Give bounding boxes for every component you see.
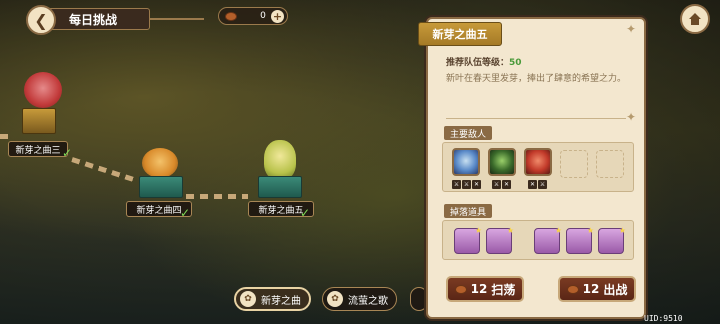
weapon-tag-icon: ✕ [472, 180, 481, 189]
drop-item[interactable]: ★ [486, 226, 514, 254]
home-icon [689, 13, 701, 25]
battle-label: 出战 [603, 282, 628, 297]
back-button[interactable]: ❮ [26, 5, 56, 35]
currency-value: 0 [260, 11, 266, 21]
bean-icon [454, 284, 467, 294]
stage-description: 新叶在春天里发芽，捧出了肆意的希望之力。 [446, 74, 627, 84]
weapon-tag-icon: ⚔ [492, 180, 501, 189]
bud-monster [264, 140, 296, 180]
drop-item[interactable]: ★ [534, 226, 562, 254]
sprout-monster [142, 148, 178, 178]
cleared-check-icon: ✓ [180, 206, 191, 220]
sweep-label: 扫荡 [491, 282, 516, 297]
drops-heading: 掉落道具 [444, 204, 493, 218]
recommended-level: 推荐队伍等级：50 [446, 55, 522, 68]
stage-pedestal [258, 176, 302, 198]
uid-label: UID:9510 [644, 314, 683, 323]
corner-ornament-icon: ✦ [626, 22, 637, 36]
recommended-level-label: 推荐队伍等级： [446, 58, 510, 68]
star-icon: ★ [586, 226, 594, 235]
enemy-tags: ⚔ ⚔ ✕ [452, 180, 481, 189]
weapon-tag-icon: ⚔ [452, 180, 461, 189]
stage-pedestal [22, 108, 56, 134]
corner-ornament-icon: ✦ [626, 110, 637, 124]
tab-new-sprout[interactable]: ✿ 新芽之曲 [234, 287, 311, 311]
star-icon: ★ [618, 226, 626, 235]
drop-item[interactable]: ★ [566, 226, 594, 254]
panel-title: 新芽之曲五 [418, 22, 502, 46]
currency-display: 0 + [218, 7, 288, 25]
enemy-tags: ⚔ ✕ [492, 180, 511, 189]
enemy-slot[interactable] [524, 148, 552, 176]
empty-enemy-slot [596, 150, 624, 178]
cleared-check-icon: ✓ [62, 146, 73, 160]
path-segment [0, 134, 10, 139]
enemy-slot[interactable] [488, 148, 516, 176]
bean-icon [225, 11, 237, 21]
stage-label: 新芽之曲三 [8, 141, 68, 157]
weapon-tag-icon: ✕ [528, 180, 537, 189]
arrow-left-icon: ❮ [34, 10, 48, 30]
battle-cost: 12 [582, 282, 600, 296]
path-segment [186, 194, 248, 199]
weapon-tag-icon: ⚔ [538, 180, 547, 189]
weapon-tag-icon: ⚔ [462, 180, 471, 189]
cleared-check-icon: ✓ [300, 206, 311, 220]
firefly-icon: ✿ [327, 291, 343, 307]
battle-button[interactable]: 12 出战 [558, 276, 636, 302]
drop-item[interactable]: ★ [454, 226, 482, 254]
add-currency-button[interactable]: + [270, 9, 284, 23]
stage-pedestal [139, 176, 183, 198]
drop-item[interactable]: ★ [598, 226, 626, 254]
bean-icon [566, 284, 579, 294]
star-icon: ★ [474, 226, 482, 235]
star-icon: ★ [506, 226, 514, 235]
recommended-level-value: 50 [509, 58, 522, 68]
leaf-icon: ✿ [240, 291, 256, 307]
sweep-cost: 12 [470, 282, 488, 296]
enemy-slot[interactable] [452, 148, 480, 176]
tab-label: 流萤之歌 [348, 295, 388, 307]
page-title: 每日挑战 [44, 8, 150, 30]
home-button[interactable] [680, 4, 710, 34]
weapon-tag-icon: ✕ [502, 180, 511, 189]
title-divider [150, 18, 204, 20]
star-icon: ★ [554, 226, 562, 235]
flower-monster [24, 72, 62, 108]
tab-label: 新芽之曲 [261, 295, 301, 307]
enemies-heading: 主要敌人 [444, 126, 493, 140]
empty-enemy-slot [560, 150, 588, 178]
tab-firefly[interactable]: ✿ 流萤之歌 [322, 287, 397, 311]
divider [446, 118, 626, 119]
enemy-tags: ✕ ⚔ [528, 180, 547, 189]
sweep-button[interactable]: 12 扫荡 [446, 276, 524, 302]
